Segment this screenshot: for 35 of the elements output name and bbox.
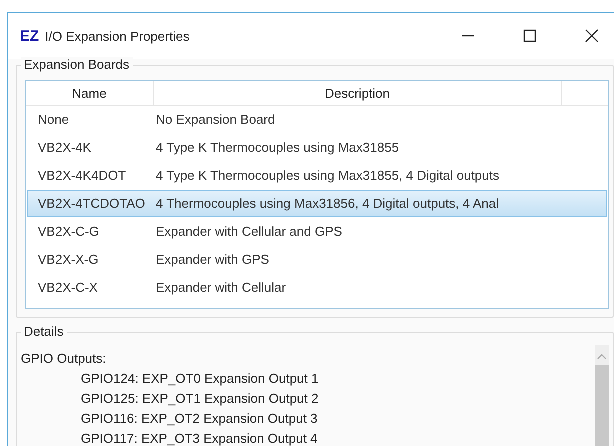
table-cell-text: VB2X-X-G	[37, 252, 100, 267]
close-icon[interactable]	[584, 28, 600, 44]
details-line: GPIO117: EXP_OT3 Expansion Output 4	[80, 431, 319, 446]
board-row[interactable]: None No Expansion Board	[27, 106, 607, 133]
table-cell-text: Expander with GPS	[156, 252, 270, 267]
table-cell-text: Expander with Cellular	[156, 280, 288, 295]
table-cell-text: Expander with Cellular and GPS	[156, 224, 344, 239]
board-row[interactable]: VB2X-C-X Expander with Cellular	[27, 274, 607, 301]
board-row[interactable]: VB2X-4K4DOT 4 Type K Thermocouples using Max31855, 4 Digital outputs	[27, 162, 607, 189]
column-header[interactable]: Description	[154, 81, 562, 105]
table-cell-text: VB2X-4K4DOT	[37, 168, 128, 183]
board-row[interactable]: VB2X-X-G Expander with GPS	[27, 246, 607, 273]
column-header[interactable]: Name	[26, 81, 154, 105]
details-heading: GPIO Outputs:	[21, 351, 108, 368]
board-row[interactable]: VB2X-C-G Expander with Cellular and GPS	[27, 218, 607, 245]
board-row[interactable]: VB2X-4TCDOTAO 4 Thermocouples using Max31856, 4 Digital outputs, 4 Anal	[27, 190, 607, 217]
window-title: I/O Expansion Properties	[45, 28, 190, 44]
maximize-icon[interactable]	[522, 28, 538, 44]
table-cell-text: 4 Type K Thermocouples using Max31855, 4 Digital outputs	[156, 168, 501, 183]
table-cell-text: 4 Thermocouples using Max31856, 4 Digital outputs, 4 Anal	[156, 196, 500, 211]
details-line: GPIO124: EXP_OT0 Expansion Output 1	[80, 371, 320, 388]
details-line: GPIO125: EXP_OT1 Expansion Output 2	[80, 391, 320, 408]
table-cell-text: 4 Type K Thermocouples using Max31855	[156, 140, 400, 155]
app-logo: EZ	[20, 28, 40, 44]
details-line: GPIO116: EXP_OT2 Expansion Output 3	[80, 411, 319, 428]
table-cell-text: VB2X-C-G	[37, 224, 100, 239]
table-cell-text: No Expansion Board	[156, 112, 276, 127]
group-title: Expansion Boards	[21, 57, 133, 72]
board-row[interactable]: VB2X-4K 4 Type K Thermocouples using Max31855	[27, 134, 607, 161]
table-cell-text: VB2X-C-X	[37, 280, 99, 295]
group-title: Details	[21, 324, 67, 339]
table-cell-text: VB2X-4TCDOTAO	[37, 196, 146, 211]
table-cell-text: VB2X-4K	[37, 140, 92, 155]
table-cell-text: None	[37, 112, 70, 127]
scrollbar[interactable]	[595, 345, 609, 446]
